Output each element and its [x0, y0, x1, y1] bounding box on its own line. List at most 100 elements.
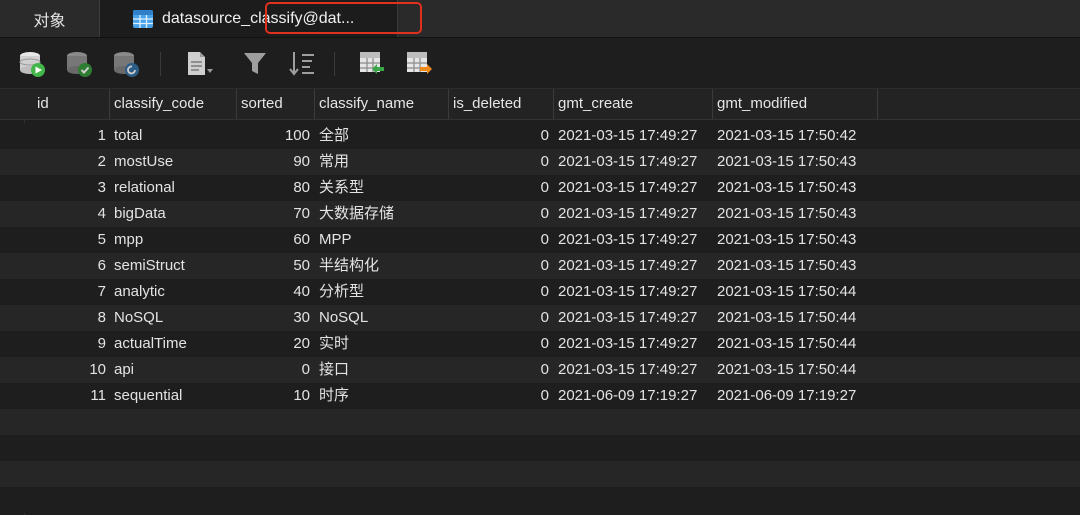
column-header-id[interactable]: id — [33, 89, 110, 119]
cell-is-deleted[interactable]: 0 — [449, 201, 549, 227]
cell-gmt-create[interactable]: 2021-03-15 17:49:27 — [558, 123, 713, 149]
cell-gmt-modified[interactable]: 2021-03-15 17:50:44 — [717, 357, 877, 383]
cell-classify-code[interactable]: mostUse — [114, 149, 236, 175]
cell-id[interactable]: 6 — [33, 253, 106, 279]
cell-gmt-modified[interactable]: 2021-03-15 17:50:42 — [717, 123, 877, 149]
cell-gmt-create[interactable]: 2021-03-15 17:49:27 — [558, 227, 713, 253]
cell-gmt-create[interactable]: 2021-03-15 17:49:27 — [558, 357, 713, 383]
cell-gmt-modified[interactable]: 2021-03-15 17:50:43 — [717, 175, 877, 201]
cell-classify-name[interactable]: 接口 — [319, 357, 447, 383]
export-icon[interactable] — [404, 49, 434, 79]
cell-classify-code[interactable]: api — [114, 357, 236, 383]
table-row[interactable]: 5 mpp 60 MPP 0 2021-03-15 17:49:27 2021-03-15 … — [0, 227, 1080, 253]
cell-classify-code[interactable]: sequential — [114, 383, 236, 409]
cell-is-deleted[interactable]: 0 — [449, 123, 549, 149]
table-row[interactable]: 10 api 0 接口 0 2021-03-15 17:49:27 2021-03-15 1… — [0, 357, 1080, 383]
cell-id[interactable]: 9 — [33, 331, 106, 357]
cell-id[interactable]: 2 — [33, 149, 106, 175]
commit-icon[interactable] — [64, 49, 94, 79]
cell-is-deleted[interactable]: 0 — [449, 227, 549, 253]
rollback-icon[interactable] — [111, 49, 141, 79]
cell-sorted[interactable]: 80 — [237, 175, 310, 201]
tab-objects[interactable]: 对象 — [0, 0, 100, 37]
cell-gmt-create[interactable]: 2021-03-15 17:49:27 — [558, 331, 713, 357]
cell-classify-code[interactable]: semiStruct — [114, 253, 236, 279]
table-row[interactable]: 9 actualTime 20 实时 0 2021-03-15 17:49:27 2021-… — [0, 331, 1080, 357]
cell-sorted[interactable]: 100 — [237, 123, 310, 149]
cell-sorted[interactable]: 70 — [237, 201, 310, 227]
cell-classify-name[interactable]: 全部 — [319, 123, 447, 149]
filter-icon[interactable] — [241, 49, 271, 79]
cell-is-deleted[interactable]: 0 — [449, 357, 549, 383]
cell-sorted[interactable]: 40 — [237, 279, 310, 305]
cell-id[interactable]: 5 — [33, 227, 106, 253]
cell-is-deleted[interactable]: 0 — [449, 305, 549, 331]
cell-gmt-create[interactable]: 2021-06-09 17:19:27 — [558, 383, 713, 409]
cell-sorted[interactable]: 60 — [237, 227, 310, 253]
sort-icon[interactable] — [287, 49, 317, 79]
cell-classify-name[interactable]: 关系型 — [319, 175, 447, 201]
column-header-gmt-create[interactable]: gmt_create — [554, 89, 713, 119]
cell-id[interactable]: 3 — [33, 175, 106, 201]
cell-gmt-create[interactable]: 2021-03-15 17:49:27 — [558, 253, 713, 279]
cell-is-deleted[interactable]: 0 — [449, 175, 549, 201]
table-row[interactable]: 1 total 100 全部 0 2021-03-15 17:49:27 2021-03-1… — [0, 123, 1080, 149]
table-row[interactable]: 11 sequential 10 时序 0 2021-06-09 17:19:27 2021… — [0, 383, 1080, 409]
cell-id[interactable]: 11 — [33, 383, 106, 409]
cell-classify-name[interactable]: 实时 — [319, 331, 447, 357]
cell-gmt-modified[interactable]: 2021-03-15 17:50:43 — [717, 227, 877, 253]
cell-classify-code[interactable]: total — [114, 123, 236, 149]
cell-gmt-create[interactable]: 2021-03-15 17:49:27 — [558, 201, 713, 227]
cell-is-deleted[interactable]: 0 — [449, 331, 549, 357]
cell-sorted[interactable]: 0 — [237, 357, 310, 383]
cell-classify-code[interactable]: bigData — [114, 201, 236, 227]
cell-classify-name[interactable]: 半结构化 — [319, 253, 447, 279]
cell-id[interactable]: 7 — [33, 279, 106, 305]
cell-gmt-modified[interactable]: 2021-03-15 17:50:43 — [717, 201, 877, 227]
cell-id[interactable]: 1 — [33, 123, 106, 149]
cell-gmt-modified[interactable]: 2021-03-15 17:50:44 — [717, 331, 877, 357]
cell-classify-code[interactable]: mpp — [114, 227, 236, 253]
table-row[interactable]: 8 NoSQL 30 NoSQL 0 2021-03-15 17:49:27 2021-03… — [0, 305, 1080, 331]
cell-id[interactable]: 8 — [33, 305, 106, 331]
cell-sorted[interactable]: 50 — [237, 253, 310, 279]
cell-gmt-create[interactable]: 2021-03-15 17:49:27 — [558, 305, 713, 331]
begin-transaction-icon[interactable] — [17, 49, 47, 79]
cell-classify-code[interactable]: relational — [114, 175, 236, 201]
cell-classify-name[interactable]: 常用 — [319, 149, 447, 175]
text-view-icon[interactable] — [184, 49, 214, 79]
table-row[interactable]: 2 mostUse 90 常用 0 2021-03-15 17:49:27 2021-03-… — [0, 149, 1080, 175]
table-row[interactable]: 7 analytic 40 分析型 0 2021-03-15 17:49:27 2021-0… — [0, 279, 1080, 305]
cell-gmt-modified[interactable]: 2021-06-09 17:19:27 — [717, 383, 877, 409]
cell-classify-name[interactable]: 大数据存储 — [319, 201, 447, 227]
cell-gmt-modified[interactable]: 2021-03-15 17:50:44 — [717, 305, 877, 331]
cell-id[interactable]: 4 — [33, 201, 106, 227]
column-header-is-deleted[interactable]: is_deleted — [449, 89, 554, 119]
cell-classify-name[interactable]: 分析型 — [319, 279, 447, 305]
cell-is-deleted[interactable]: 0 — [449, 279, 549, 305]
cell-classify-code[interactable]: actualTime — [114, 331, 236, 357]
column-header-sorted[interactable]: sorted — [237, 89, 315, 119]
table-row[interactable]: 6 semiStruct 50 半结构化 0 2021-03-15 17:49:27 202… — [0, 253, 1080, 279]
cell-classify-code[interactable]: analytic — [114, 279, 236, 305]
column-header-classify-code[interactable]: classify_code — [110, 89, 237, 119]
cell-classify-code[interactable]: NoSQL — [114, 305, 236, 331]
cell-classify-name[interactable]: MPP — [319, 227, 447, 253]
cell-classify-name[interactable]: NoSQL — [319, 305, 447, 331]
column-header-classify-name[interactable]: classify_name — [315, 89, 449, 119]
cell-id[interactable]: 10 — [33, 357, 106, 383]
cell-is-deleted[interactable]: 0 — [449, 149, 549, 175]
cell-sorted[interactable]: 90 — [237, 149, 310, 175]
cell-sorted[interactable]: 20 — [237, 331, 310, 357]
cell-gmt-modified[interactable]: 2021-03-15 17:50:43 — [717, 253, 877, 279]
cell-is-deleted[interactable]: 0 — [449, 383, 549, 409]
cell-gmt-create[interactable]: 2021-03-15 17:49:27 — [558, 175, 713, 201]
cell-classify-name[interactable]: 时序 — [319, 383, 447, 409]
cell-sorted[interactable]: 30 — [237, 305, 310, 331]
cell-gmt-modified[interactable]: 2021-03-15 17:50:43 — [717, 149, 877, 175]
cell-gmt-create[interactable]: 2021-03-15 17:49:27 — [558, 149, 713, 175]
cell-sorted[interactable]: 10 — [237, 383, 310, 409]
table-row[interactable]: 4 bigData 70 大数据存储 0 2021-03-15 17:49:27 2021-… — [0, 201, 1080, 227]
import-icon[interactable] — [357, 49, 387, 79]
cell-is-deleted[interactable]: 0 — [449, 253, 549, 279]
